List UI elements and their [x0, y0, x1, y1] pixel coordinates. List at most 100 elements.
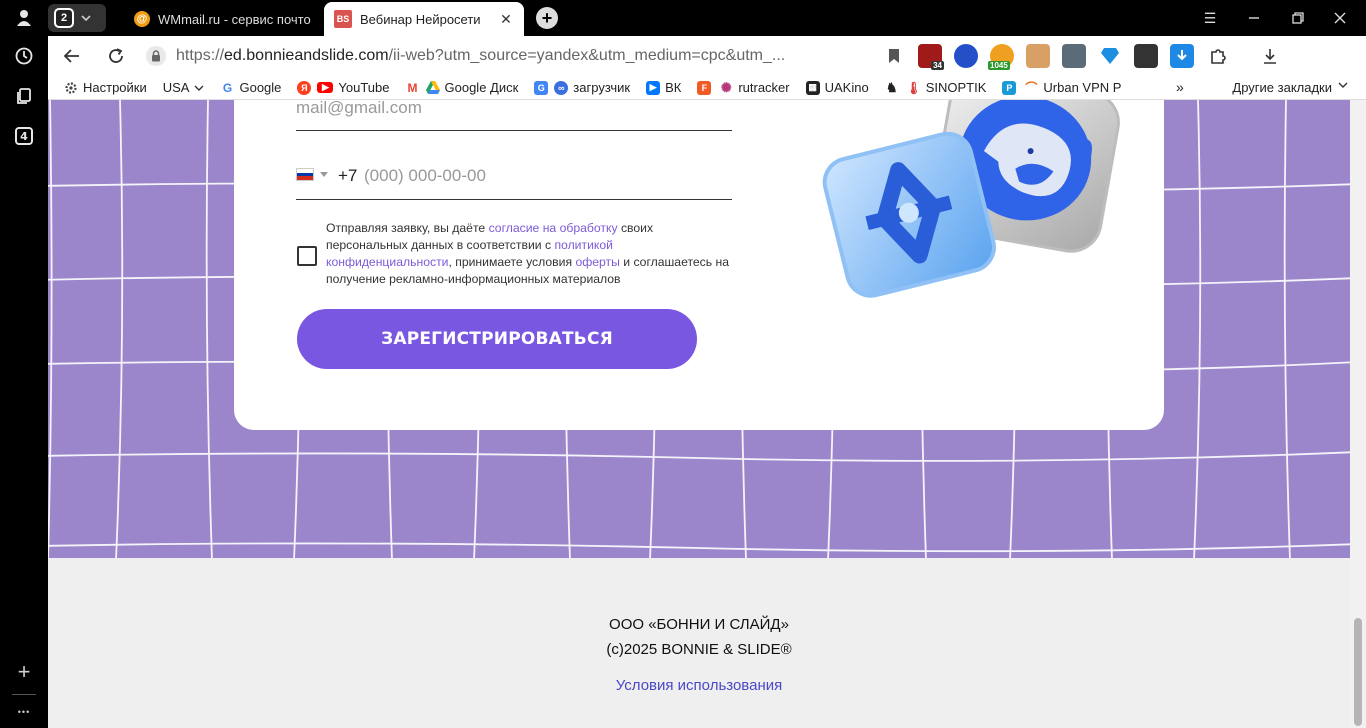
- bookmark-uakino[interactable]: ▦ UAKino: [805, 80, 869, 95]
- vk-icon: ▶: [646, 80, 661, 95]
- bookmark-settings[interactable]: Настройки: [64, 80, 147, 95]
- profile-icon[interactable]: [0, 0, 48, 36]
- f-icon: F: [697, 80, 712, 95]
- bookmarks-bar: Настройки USA G Google Я ▶ YouTube M Goo…: [48, 76, 1366, 100]
- menu-icon[interactable]: ☰: [1198, 6, 1222, 30]
- downloads-icon[interactable]: [1258, 44, 1282, 68]
- terms-link[interactable]: Условия использования: [48, 677, 1350, 694]
- russia-flag-icon[interactable]: [296, 168, 314, 181]
- add-panel-icon[interactable]: +: [0, 654, 48, 690]
- close-tab-icon[interactable]: ✕: [498, 11, 514, 27]
- scrollbar-thumb[interactable]: [1354, 618, 1362, 726]
- extension-dark-icon[interactable]: [1134, 44, 1158, 68]
- url-path: /ii-web?utm_source=yandex&utm_medium=cpc…: [388, 47, 786, 64]
- bookmark-chess[interactable]: ♞: [884, 79, 899, 95]
- collections-icon[interactable]: [0, 78, 48, 114]
- page-scrollbar[interactable]: [1350, 100, 1366, 728]
- bookmark-loader[interactable]: ∞ загрузчик: [554, 80, 630, 95]
- bookmark-label: YouTube: [338, 80, 390, 95]
- tabs-count-button[interactable]: 4: [0, 118, 48, 154]
- extension-face-icon[interactable]: [1026, 44, 1050, 68]
- thermometer-icon: 🌡: [906, 80, 922, 95]
- yandex-icon: Я: [297, 80, 312, 95]
- qwen-star-icon: [822, 131, 996, 298]
- extension-puzzle-icon[interactable]: [1206, 44, 1230, 68]
- bookmark-label: ВК: [665, 80, 682, 95]
- google-icon: G: [220, 80, 235, 95]
- extension-download-icon[interactable]: [1170, 44, 1194, 68]
- bookmarks-more-icon[interactable]: »: [1176, 79, 1184, 95]
- gmail-icon: M: [405, 80, 420, 95]
- bookmark-folder-usa[interactable]: USA: [163, 80, 205, 95]
- bookmark-icon[interactable]: [882, 44, 906, 68]
- tab-webinar[interactable]: BS Вебинар Нейросети ✕: [324, 2, 524, 36]
- browser-window: 4 + ••• 2 @ WMmail.ru - сервис почто BS …: [0, 0, 1366, 728]
- tab-strip: 2 @ WMmail.ru - сервис почто BS Вебинар …: [48, 0, 1366, 36]
- bookmark-yandex[interactable]: Я: [297, 80, 312, 95]
- restore-icon[interactable]: [1286, 6, 1310, 30]
- tab-title: Вебинар Нейросети: [360, 11, 481, 27]
- bookmark-urban-vpn[interactable]: ⌒ Urban VPN P: [1024, 80, 1121, 95]
- register-button[interactable]: ЗАРЕГИСТРИРОВАТЬСЯ: [297, 309, 697, 369]
- country-dropdown-icon[interactable]: [320, 172, 328, 177]
- bookmark-google-drive[interactable]: Google Диск: [425, 80, 518, 95]
- tab-title: WMmail.ru - сервис почто: [158, 11, 311, 27]
- reload-icon[interactable]: [104, 44, 128, 68]
- gear-icon: [65, 81, 77, 94]
- more-icon[interactable]: •••: [0, 694, 48, 728]
- history-icon[interactable]: [0, 38, 48, 74]
- phone-field[interactable]: +7 (000) 000-00-00: [296, 160, 732, 200]
- new-tab-button[interactable]: +: [536, 7, 558, 29]
- url-prefix: https://: [176, 47, 225, 64]
- phone-country-code: +7: [338, 166, 358, 185]
- consent-checkbox[interactable]: [297, 246, 317, 266]
- tab-wmmail[interactable]: @ WMmail.ru - сервис почто: [124, 2, 322, 36]
- extension-vpn-icon[interactable]: [954, 44, 978, 68]
- url-domain: ed.bonnieandslide.com: [224, 47, 389, 64]
- extension-notes-icon[interactable]: [1062, 44, 1086, 68]
- purple-grid-background: mail@gmail.com +7 (000) 000-00-00 Отправ…: [48, 100, 1350, 558]
- chess-icon: ♞: [884, 79, 899, 95]
- bookmark-youtube[interactable]: ▶ YouTube: [317, 80, 390, 95]
- chevron-down-icon: [194, 85, 204, 91]
- bookmark-p[interactable]: P: [1002, 80, 1017, 95]
- bookmark-label: Google: [239, 80, 282, 95]
- tab-group[interactable]: 2: [48, 4, 106, 32]
- phone-placeholder: (000) 000-00-00: [364, 166, 486, 185]
- extension-badge: 34: [931, 61, 944, 70]
- bookmark-label: Urban VPN P: [1043, 80, 1122, 95]
- extension-shield-icon[interactable]: 34: [918, 44, 944, 70]
- bookmark-vk[interactable]: ▶ ВК: [646, 80, 681, 95]
- bookmark-label: Другие закладки: [1232, 80, 1332, 95]
- bookmark-rutracker[interactable]: ✺ rutracker: [719, 79, 790, 95]
- registration-card: mail@gmail.com +7 (000) 000-00-00 Отправ…: [234, 100, 1164, 430]
- chevron-down-icon: [1338, 82, 1348, 88]
- browser-sidebar: 4 + •••: [0, 0, 48, 728]
- address-bar[interactable]: https://ed.bonnieandslide.com/ii-web?utm…: [176, 47, 785, 65]
- wmmail-favicon-icon: @: [134, 11, 150, 27]
- ai-icons-illustration: [822, 100, 1120, 298]
- bookmark-sinoptik[interactable]: 🌡 SINOPTIK: [906, 80, 986, 95]
- consent-processing-link[interactable]: согласие на обработку: [489, 221, 618, 235]
- email-field[interactable]: mail@gmail.com: [296, 100, 732, 131]
- offer-link[interactable]: оферты: [575, 255, 619, 269]
- minimize-icon[interactable]: [1242, 6, 1266, 30]
- extension-diamond-icon[interactable]: [1098, 44, 1122, 68]
- address-toolbar: https://ed.bonnieandslide.com/ii-web?utm…: [48, 36, 1366, 76]
- bookmark-translate[interactable]: G: [534, 80, 549, 95]
- uakino-icon: ▦: [805, 80, 820, 95]
- extension-counter-icon[interactable]: 1045: [988, 44, 1014, 70]
- back-arrow-icon[interactable]: [60, 44, 84, 68]
- bookmark-f[interactable]: F: [697, 80, 712, 95]
- bookmark-gmail[interactable]: M: [405, 80, 420, 95]
- chevron-down-icon: [81, 15, 91, 22]
- close-window-icon[interactable]: [1328, 6, 1352, 30]
- drive-icon: [425, 81, 440, 94]
- loader-icon: ∞: [554, 80, 569, 95]
- bookmark-google[interactable]: G Google: [220, 80, 281, 95]
- translate-icon: G: [534, 80, 549, 95]
- other-bookmarks[interactable]: Другие закладки: [1232, 80, 1348, 95]
- rutracker-icon: ✺: [719, 79, 734, 95]
- email-placeholder: mail@gmail.com: [296, 100, 422, 117]
- lock-icon[interactable]: [146, 46, 166, 66]
